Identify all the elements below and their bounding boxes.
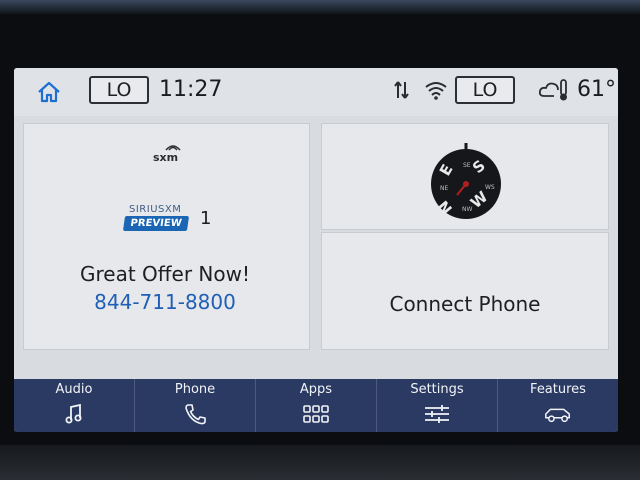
home-icon[interactable] bbox=[36, 80, 62, 104]
apps-grid-icon bbox=[301, 403, 331, 425]
music-note-icon bbox=[59, 403, 89, 425]
bezel-bottom bbox=[0, 445, 640, 480]
compass-small-ne: NE bbox=[440, 185, 448, 192]
siriusxm-wordmark: SIRIUSXM bbox=[129, 204, 182, 215]
nav-settings-label: Settings bbox=[410, 382, 464, 397]
sxm-waves-icon bbox=[165, 145, 181, 151]
connect-phone-tile[interactable] bbox=[321, 232, 609, 350]
nav-audio[interactable]: Audio bbox=[14, 379, 135, 432]
outside-temperature: 61° bbox=[577, 77, 616, 102]
nav-features-label: Features bbox=[530, 382, 586, 397]
status-bar: LO 11:27 LO 61° bbox=[14, 68, 618, 116]
data-transfer-icon bbox=[394, 81, 409, 99]
nav-phone-label: Phone bbox=[174, 382, 216, 397]
compass-icon: S E N W SE NE NW WS bbox=[431, 143, 501, 219]
bottom-nav: Audio Phone Apps Settings Features bbox=[14, 379, 618, 432]
bezel-top bbox=[0, 0, 640, 14]
wifi-icon bbox=[425, 82, 447, 100]
phone-icon bbox=[180, 403, 210, 425]
nav-settings[interactable]: Settings bbox=[377, 379, 498, 432]
sliders-icon bbox=[422, 403, 452, 425]
connect-phone-label: Connect Phone bbox=[389, 292, 541, 316]
infotainment-screen: LO 11:27 LO 61° sxm SIRIUSXM PREVIEW 1 G… bbox=[14, 68, 618, 432]
compass-small-nw: NW bbox=[462, 206, 472, 213]
nav-phone[interactable]: Phone bbox=[135, 379, 256, 432]
channel-number: 1 bbox=[200, 208, 212, 229]
compass-small-ws: WS bbox=[485, 184, 495, 191]
car-icon bbox=[543, 403, 573, 425]
passenger-temp-label: LO bbox=[472, 79, 498, 101]
offer-phone-link[interactable]: 844-711-8800 bbox=[14, 290, 316, 314]
nav-features[interactable]: Features bbox=[498, 379, 618, 432]
driver-temp-label: LO bbox=[106, 79, 132, 101]
offer-text: Great Offer Now! bbox=[79, 262, 251, 286]
nav-apps[interactable]: Apps bbox=[256, 379, 377, 432]
compass-small-se: SE bbox=[463, 162, 471, 169]
sxm-logo: sxm bbox=[153, 151, 179, 164]
driver-temp-button[interactable]: LO bbox=[89, 76, 149, 104]
passenger-temp-button[interactable]: LO bbox=[455, 76, 515, 104]
clock: 11:27 bbox=[159, 77, 223, 102]
nav-audio-label: Audio bbox=[55, 382, 93, 397]
nav-apps-label: Apps bbox=[299, 382, 333, 397]
weather-thermometer-icon bbox=[538, 79, 567, 101]
preview-badge: PREVIEW bbox=[122, 216, 190, 231]
